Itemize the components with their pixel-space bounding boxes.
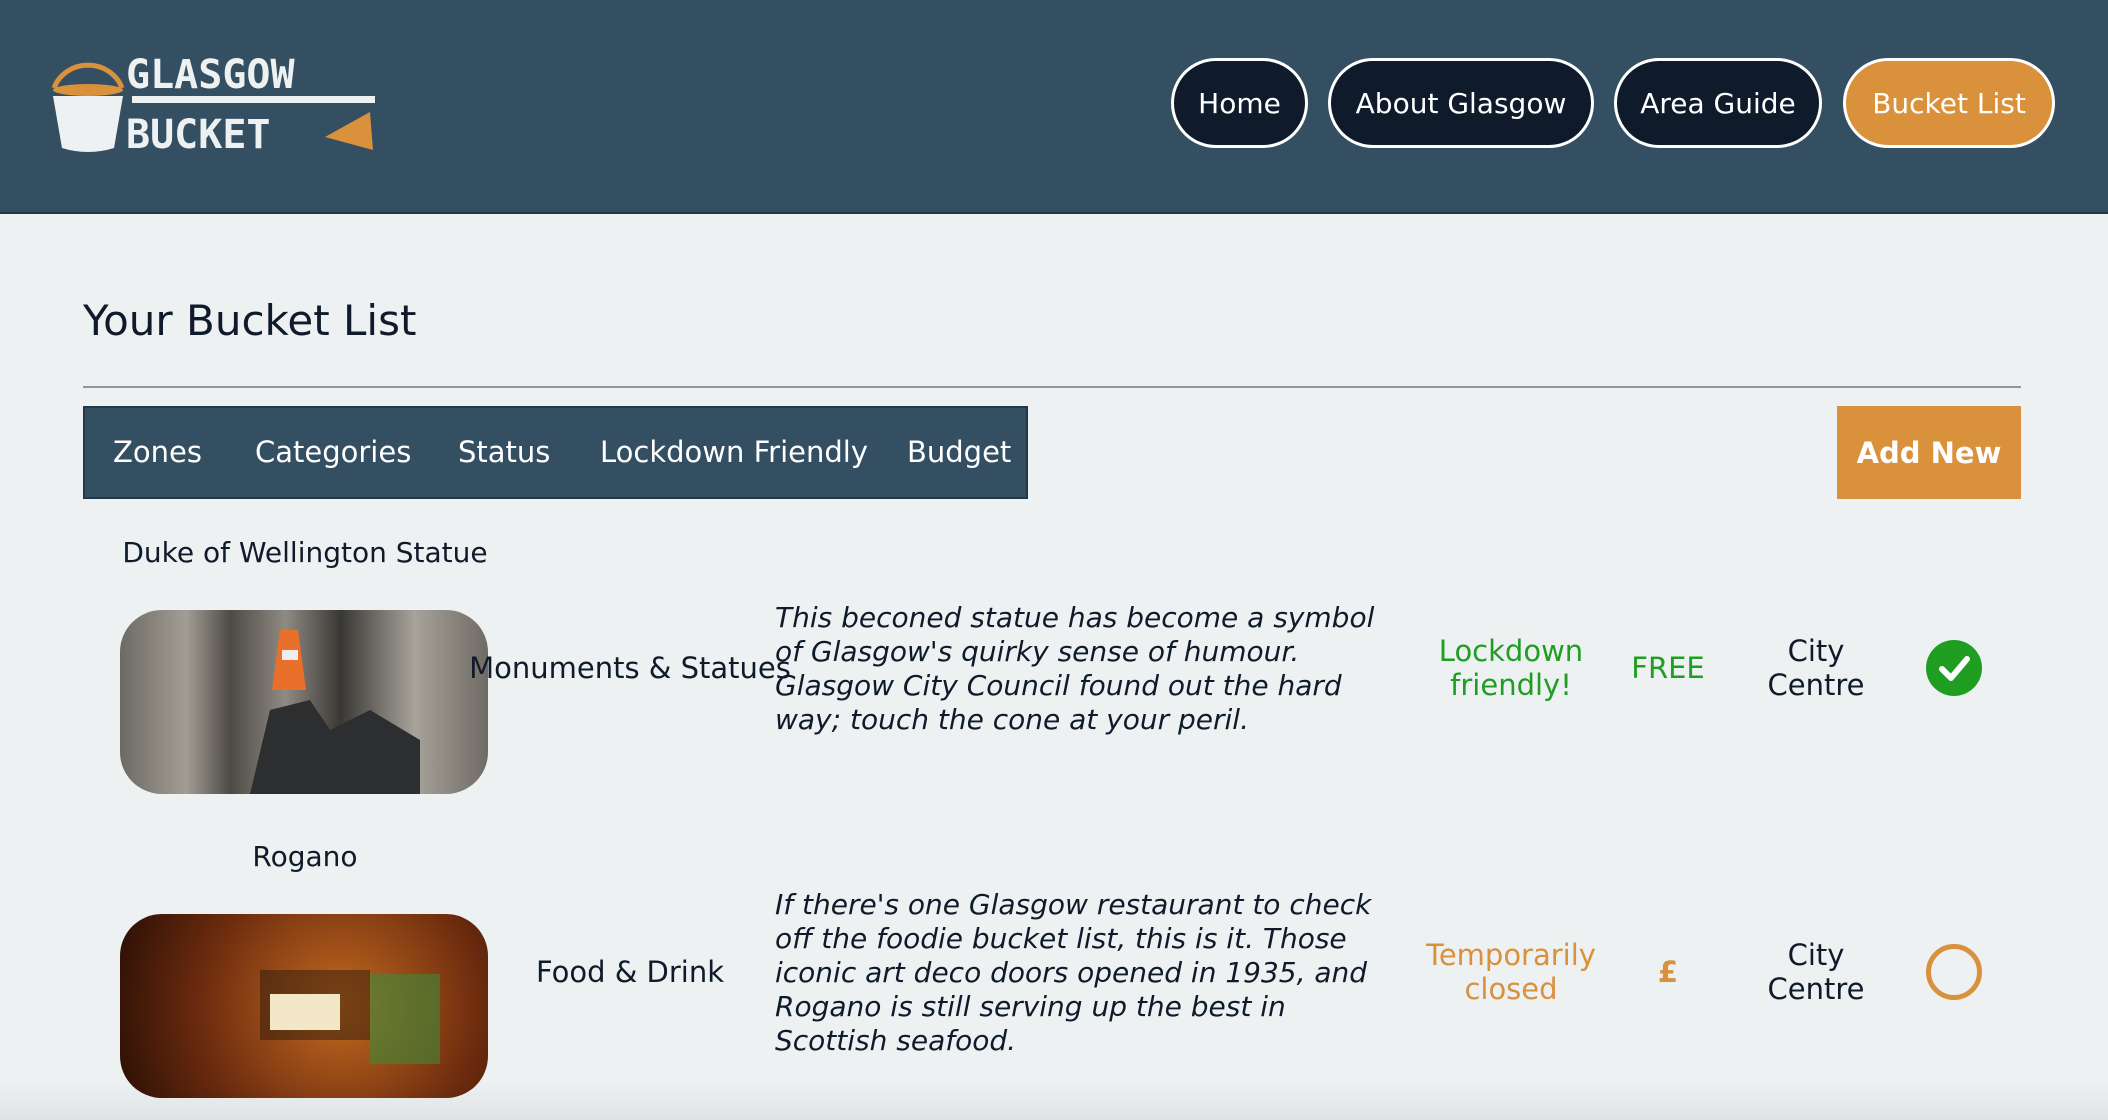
glasgow-bucket-logo[interactable]: GLASGOW BUCKET	[50, 52, 390, 156]
filter-zones[interactable]: Zones	[113, 435, 202, 469]
filter-lockdown-friendly[interactable]: Lockdown Friendly	[600, 435, 868, 469]
item-image[interactable]	[120, 914, 488, 1098]
item-title[interactable]: Rogano	[95, 840, 515, 873]
item-budget: £	[1657, 955, 1679, 989]
item-zone: City Centre	[1767, 634, 1865, 702]
filter-status[interactable]: Status	[458, 435, 550, 469]
filter-categories[interactable]: Categories	[255, 435, 411, 469]
item-title[interactable]: Duke of Wellington Statue	[95, 536, 515, 569]
divider	[83, 386, 2021, 388]
item-description: This beconed statue has become a symbol …	[775, 601, 1375, 736]
nav-home[interactable]: Home	[1171, 58, 1308, 148]
item-status: Temporarily closed	[1426, 938, 1596, 1006]
incomplete-circle-icon[interactable]	[1926, 944, 1982, 1000]
filter-budget[interactable]: Budget	[907, 435, 1011, 469]
filter-bar: Zones Categories Status Lockdown Friendl…	[83, 406, 1028, 499]
nav-bucket-list[interactable]: Bucket List	[1843, 58, 2055, 148]
logo-text-bottom: BUCKET	[126, 112, 271, 156]
item-status: Lockdown friendly!	[1438, 634, 1584, 702]
item-image[interactable]	[120, 610, 488, 794]
item-category: Food & Drink	[535, 955, 725, 989]
item-description: If there's one Glasgow restaurant to che…	[775, 888, 1372, 1057]
site-header: GLASGOW BUCKET Home About Glasgow Area G…	[0, 0, 2108, 214]
nav-about-glasgow[interactable]: About Glasgow	[1328, 58, 1594, 148]
item-budget: FREE	[1631, 651, 1705, 685]
nav-area-guide[interactable]: Area Guide	[1614, 58, 1822, 148]
page-title: Your Bucket List	[83, 296, 417, 345]
logo-text-top: GLASGOW	[126, 52, 295, 98]
bottom-fade	[0, 1080, 2108, 1120]
item-zone: City Centre	[1767, 938, 1865, 1006]
item-category: Monuments & Statues	[469, 651, 791, 685]
completed-check-icon[interactable]	[1926, 640, 1982, 696]
add-new-button[interactable]: Add New	[1837, 406, 2021, 499]
